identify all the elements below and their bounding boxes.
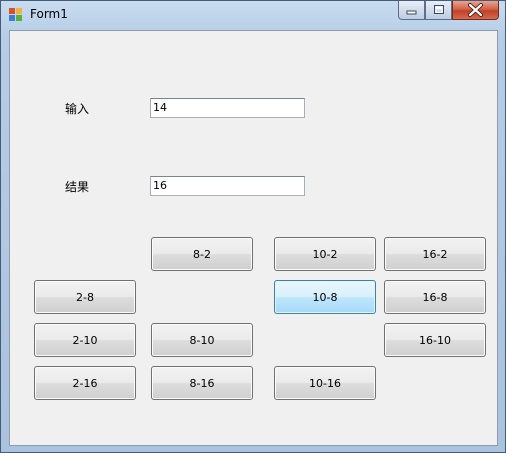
input-textbox[interactable]: 14 (150, 98, 305, 118)
button-2-16[interactable]: 2-16 (34, 366, 136, 400)
app-window: Form1 输入 14 结果 16 8-2 10-2 16-2 2-8 10-8… (0, 0, 506, 453)
button-10-16[interactable]: 10-16 (274, 366, 376, 400)
button-8-2[interactable]: 8-2 (151, 237, 253, 271)
result-label: 结果 (65, 180, 90, 194)
close-button[interactable] (452, 1, 499, 20)
minimize-icon (406, 10, 417, 15)
button-10-8[interactable]: 10-8 (274, 280, 376, 314)
button-2-10[interactable]: 2-10 (34, 323, 136, 357)
maximize-button[interactable] (425, 1, 452, 20)
button-16-10[interactable]: 16-10 (384, 323, 486, 357)
button-8-10[interactable]: 8-10 (151, 323, 253, 357)
button-16-8[interactable]: 16-8 (384, 280, 486, 314)
title-bar[interactable]: Form1 (1, 1, 505, 29)
app-icon[interactable] (9, 8, 23, 22)
input-label: 输入 (65, 102, 90, 116)
caption-buttons (398, 1, 499, 21)
minimize-button[interactable] (398, 1, 425, 20)
window-title: Form1 (30, 7, 68, 21)
button-16-2[interactable]: 16-2 (384, 237, 486, 271)
maximize-icon (434, 5, 444, 14)
result-textbox[interactable]: 16 (150, 176, 305, 196)
button-10-2[interactable]: 10-2 (274, 237, 376, 271)
button-8-16[interactable]: 8-16 (151, 366, 253, 400)
form-client-area: 输入 14 结果 16 8-2 10-2 16-2 2-8 10-8 16-8 … (9, 30, 498, 446)
button-2-8[interactable]: 2-8 (34, 280, 136, 314)
close-icon (468, 3, 483, 17)
